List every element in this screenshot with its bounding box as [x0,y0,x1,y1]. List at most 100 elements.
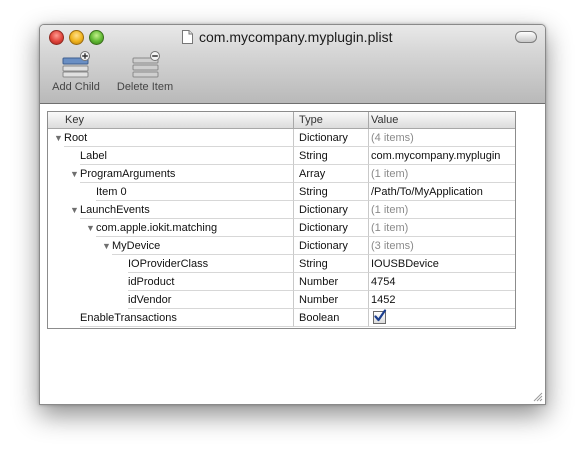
boolean-checkbox[interactable] [373,309,387,324]
value-cell[interactable]: /Path/To/MyApplication [368,183,515,201]
key-cell[interactable]: ▼LaunchEvents [48,201,293,219]
value-label: 4754 [371,276,396,288]
value-cell[interactable]: (1 item) [368,165,515,183]
table-row[interactable]: idProduct Number 4754 [48,273,515,291]
value-label: com.mycompany.myplugin [371,150,501,162]
table-row[interactable]: Label String com.mycompany.myplugin [48,147,515,165]
resize-grip-icon[interactable] [532,391,543,402]
disclosure-triangle-icon[interactable]: ▼ [102,237,111,255]
delete-item-button[interactable]: Delete Item [112,51,178,93]
type-label: Dictionary [299,204,348,216]
type-label: Number [299,276,339,288]
key-column-header[interactable]: Key [48,112,293,128]
type-cell[interactable]: Boolean [293,309,368,327]
type-cell[interactable]: Dictionary [293,201,368,219]
key-label: idProduct [128,276,175,288]
value-column-header[interactable]: Value [368,112,515,128]
type-cell[interactable]: String [293,255,368,273]
type-label: String [299,150,328,162]
item-count-label: (1 item) [371,222,409,234]
type-cell[interactable]: Array [293,165,368,183]
key-cell[interactable]: IOProviderClass [48,255,293,273]
type-label: Number [299,294,339,306]
plist-editor-window: com.mycompany.myplugin.plist Add Child D… [39,24,546,405]
value-cell[interactable]: 4754 [368,273,515,291]
table-row[interactable]: ▼com.apple.iokit.matching Dictionary (1 it… [48,219,515,237]
table-row[interactable]: ▼MyDevice Dictionary (3 items) [48,237,515,255]
plist-outline-table[interactable]: Key Type Value ▼Root Dictionary (4 items) L… [47,111,516,329]
window-title: com.mycompany.myplugin.plist [199,29,393,45]
key-cell[interactable]: Item 0 [48,183,293,201]
type-cell[interactable]: Number [293,273,368,291]
type-cell[interactable]: Dictionary [293,237,368,255]
minimize-window-button[interactable] [69,30,84,45]
value-cell[interactable]: IOUSBDevice [368,255,515,273]
toolbar-toggle-button[interactable] [515,31,537,43]
value-cell[interactable] [368,309,515,327]
key-label: ProgramArguments [80,168,176,180]
value-cell[interactable]: (1 item) [368,201,515,219]
table-header: Key Type Value [48,112,515,129]
value-cell[interactable]: 1452 [368,291,515,309]
table-row[interactable]: ▼ProgramArguments Array (1 item) [48,165,515,183]
item-count-label: (1 item) [371,168,409,180]
item-count-label: (1 item) [371,204,409,216]
table-row[interactable]: Item 0 String/Path/To/MyApplication [48,183,515,201]
type-label: String [299,186,328,198]
key-cell[interactable]: idProduct [48,273,293,291]
value-cell[interactable]: com.mycompany.myplugin [368,147,515,165]
key-cell[interactable]: ▼MyDevice [48,237,293,255]
type-cell[interactable]: String [293,147,368,165]
value-label: IOUSBDevice [371,258,439,270]
zoom-window-button[interactable] [89,30,104,45]
key-label: Item 0 [96,186,127,198]
value-cell[interactable]: (1 item) [368,219,515,237]
key-cell[interactable]: ▼Root [48,129,293,147]
delete-item-label: Delete Item [116,81,174,93]
type-cell[interactable]: Dictionary [293,129,368,147]
key-label: LaunchEvents [80,204,150,216]
key-label: MyDevice [112,240,161,252]
type-label: Dictionary [299,132,348,144]
close-window-button[interactable] [49,30,64,45]
disclosure-triangle-icon[interactable]: ▼ [86,219,95,237]
table-row[interactable]: idVendor Number 1452 [48,291,515,309]
key-cell[interactable]: idVendor [48,291,293,309]
key-label: EnableTransactions [80,312,177,324]
type-label: Dictionary [299,222,348,234]
type-cell[interactable]: Number [293,291,368,309]
add-child-button[interactable]: Add Child [48,51,104,93]
window-title-area: com.mycompany.myplugin.plist [182,28,392,46]
document-icon [182,30,193,44]
key-label: idVendor [128,294,172,306]
type-column-header[interactable]: Type [293,112,368,128]
table-row[interactable]: ▼LaunchEvents Dictionary (1 item) [48,201,515,219]
value-label: /Path/To/MyApplication [371,186,483,198]
key-cell[interactable]: EnableTransactions [48,309,293,327]
type-cell[interactable]: Dictionary [293,219,368,237]
key-cell[interactable]: ▼ProgramArguments [48,165,293,183]
checkmark-icon [374,309,387,322]
value-label: 1452 [371,294,396,306]
value-cell[interactable]: (4 items) [368,129,515,147]
type-label: Dictionary [299,240,348,252]
item-count-label: (4 items) [371,132,414,144]
disclosure-triangle-icon[interactable]: ▼ [54,129,63,147]
title-toolbar: com.mycompany.myplugin.plist Add Child D… [40,25,545,104]
table-row[interactable]: EnableTransactions Boolean [48,309,515,327]
table-row[interactable]: IOProviderClass String IOUSBDevice [48,255,515,273]
type-cell[interactable]: String [293,183,368,201]
table-rows: ▼Root Dictionary (4 items) Label String com.m… [48,129,515,327]
disclosure-triangle-icon[interactable]: ▼ [70,201,79,219]
add-child-icon [62,51,90,78]
item-count-label: (3 items) [371,240,414,252]
delete-item-icon [132,51,160,78]
value-cell[interactable]: (3 items) [368,237,515,255]
type-label: Array [299,168,326,180]
add-child-label: Add Child [52,81,100,93]
key-cell[interactable]: Label [48,147,293,165]
disclosure-triangle-icon[interactable]: ▼ [70,165,79,183]
type-label: Boolean [299,312,340,324]
table-row[interactable]: ▼Root Dictionary (4 items) [48,129,515,147]
key-cell[interactable]: ▼com.apple.iokit.matching [48,219,293,237]
